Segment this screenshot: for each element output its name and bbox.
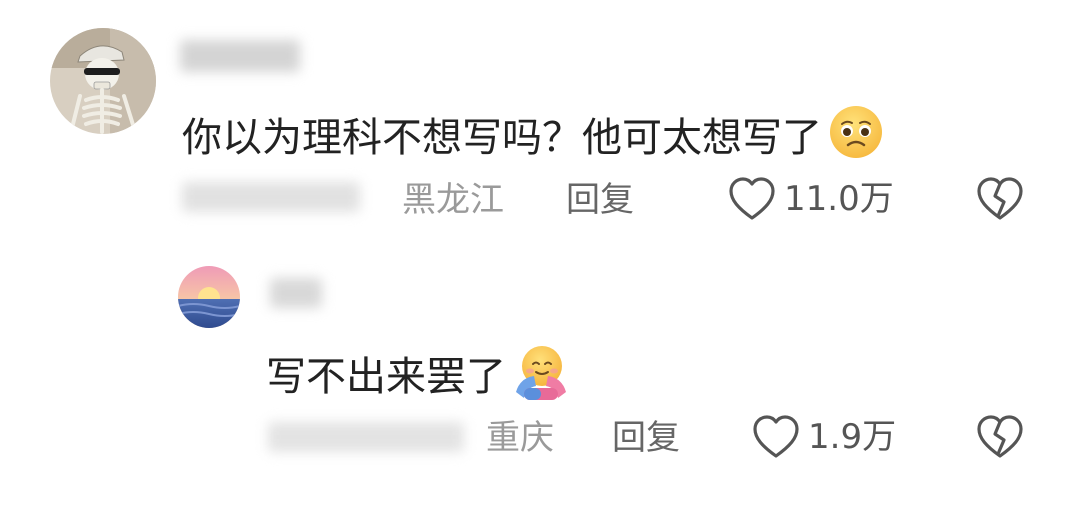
like-button[interactable]: 1.9万 <box>752 414 896 460</box>
post-time <box>268 422 464 452</box>
reply-button[interactable]: 回复 <box>612 418 680 458</box>
sunset-sea-avatar-icon <box>178 266 240 328</box>
user-avatar[interactable] <box>50 28 156 134</box>
dislike-button[interactable] <box>976 414 1024 464</box>
username[interactable] <box>270 278 322 308</box>
broken-heart-icon <box>977 177 1023 220</box>
post-time <box>182 182 360 212</box>
comment-text-content: 你以为理科不想写吗？他可太想写了 <box>182 114 822 161</box>
heart-outline-icon <box>729 177 775 220</box>
pleading-face-emoji <box>828 104 884 171</box>
reply-button[interactable]: 回复 <box>566 180 634 220</box>
hugging-face-emoji <box>512 342 570 411</box>
comment-text: 你以为理科不想写吗？他可太想写了 <box>182 104 884 171</box>
like-count: 1.9万 <box>808 417 897 457</box>
user-avatar[interactable] <box>178 266 240 328</box>
comment-text: 写不出来罢了 <box>266 342 570 411</box>
broken-heart-icon <box>977 415 1023 458</box>
username[interactable] <box>180 40 300 72</box>
like-count: 11.0万 <box>784 179 894 219</box>
location: 黑龙江 <box>402 180 504 220</box>
location: 重庆 <box>486 418 554 458</box>
heart-outline-icon <box>753 415 799 458</box>
dislike-button[interactable] <box>976 176 1024 226</box>
like-button[interactable]: 11.0万 <box>728 176 894 222</box>
comment-text-content: 写不出来罢了 <box>266 353 506 400</box>
skeleton-avatar-icon <box>50 28 156 134</box>
